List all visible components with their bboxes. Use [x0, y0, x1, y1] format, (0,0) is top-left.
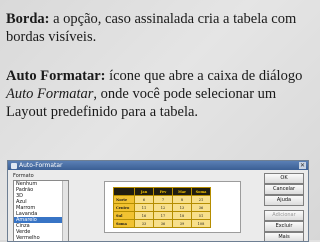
add-button[interactable]: Adicionar [264, 210, 304, 221]
preview-cell: 6 [134, 195, 154, 204]
preview-header-row: Jan Fev Mar Soma [113, 187, 211, 196]
preview-header-cell: Jan [134, 187, 154, 196]
borda-term: Borda: [6, 11, 50, 27]
preview-header-cell: Soma [191, 187, 211, 196]
preview-cell: 8 [172, 195, 192, 204]
preview-row: Sul 16 17 18 51 [113, 211, 211, 220]
auto-formatar-term: Auto Formatar: [6, 68, 106, 84]
preview-row-header: Norte [113, 195, 135, 204]
format-list-scrollbar[interactable] [62, 181, 68, 241]
auto-formatar-italic: Auto Formatar [6, 86, 94, 102]
ok-button[interactable]: OK [264, 173, 304, 184]
preview-cell: 33 [134, 219, 154, 228]
auto-formatar-text-1: ícone que abre a caixa de diálogo [105, 68, 303, 84]
format-list[interactable]: Nenhum Padrão 3D Azul Marrom Lavanda Amarelo Ci… [13, 180, 69, 241]
delete-button[interactable]: Excluir [264, 221, 304, 232]
close-icon[interactable]: ✕ [299, 162, 306, 169]
preview-cell: 39 [172, 219, 192, 228]
preview-cell: 36 [191, 203, 211, 212]
preview-row: Norte 6 7 8 21 [113, 195, 211, 204]
preview-cell: 108 [191, 219, 211, 228]
preview-header-cell [113, 187, 135, 196]
preview-header-cell: Mar [172, 187, 192, 196]
preview-row: Soma 33 36 39 108 [113, 219, 211, 228]
preview-cell: 21 [191, 195, 211, 204]
dialog-app-icon [11, 162, 17, 169]
dialog-title: Auto-Formatar [19, 162, 63, 169]
cancel-button[interactable]: Cancelar [264, 184, 304, 195]
preview-cell: 51 [191, 211, 211, 220]
preview-cell: 36 [153, 219, 173, 228]
preview-cell: 7 [153, 195, 173, 204]
format-group-label: Formato [13, 173, 34, 179]
preview-table: Jan Fev Mar Soma Norte 6 7 8 21 Centro 11 12 13 36 Sul… [113, 187, 211, 228]
borda-paragraph: Borda: a opção, caso assinalada cria a t… [6, 10, 318, 46]
dialog-titlebar[interactable]: Auto-Formatar ✕ [8, 161, 308, 170]
preview-cell: 12 [153, 203, 173, 212]
preview-cell: 11 [134, 203, 154, 212]
preview-row-header: Sul [113, 211, 135, 220]
preview-row-header: Soma [113, 219, 135, 228]
preview-cell: 17 [153, 211, 173, 220]
auto-formatar-dialog: Auto-Formatar ✕ Formato Nenhum Padrão 3D Az… [7, 160, 309, 242]
table-preview: Jan Fev Mar Soma Norte 6 7 8 21 Centro 11 12 13 36 Sul… [104, 181, 241, 233]
preview-cell: 18 [172, 211, 192, 220]
help-button[interactable]: Ajuda [264, 195, 304, 206]
preview-cell: 16 [134, 211, 154, 220]
preview-header-cell: Fev [153, 187, 173, 196]
preview-cell: 13 [172, 203, 192, 212]
more-button[interactable]: Mais [264, 232, 304, 241]
borda-description: a opção, caso assinalada cria a tabela c… [6, 11, 297, 45]
preview-row-header: Centro [113, 203, 135, 212]
preview-row: Centro 11 12 13 36 [113, 203, 211, 212]
auto-formatar-paragraph: Auto Formatar: ícone que abre a caixa de… [6, 67, 318, 121]
